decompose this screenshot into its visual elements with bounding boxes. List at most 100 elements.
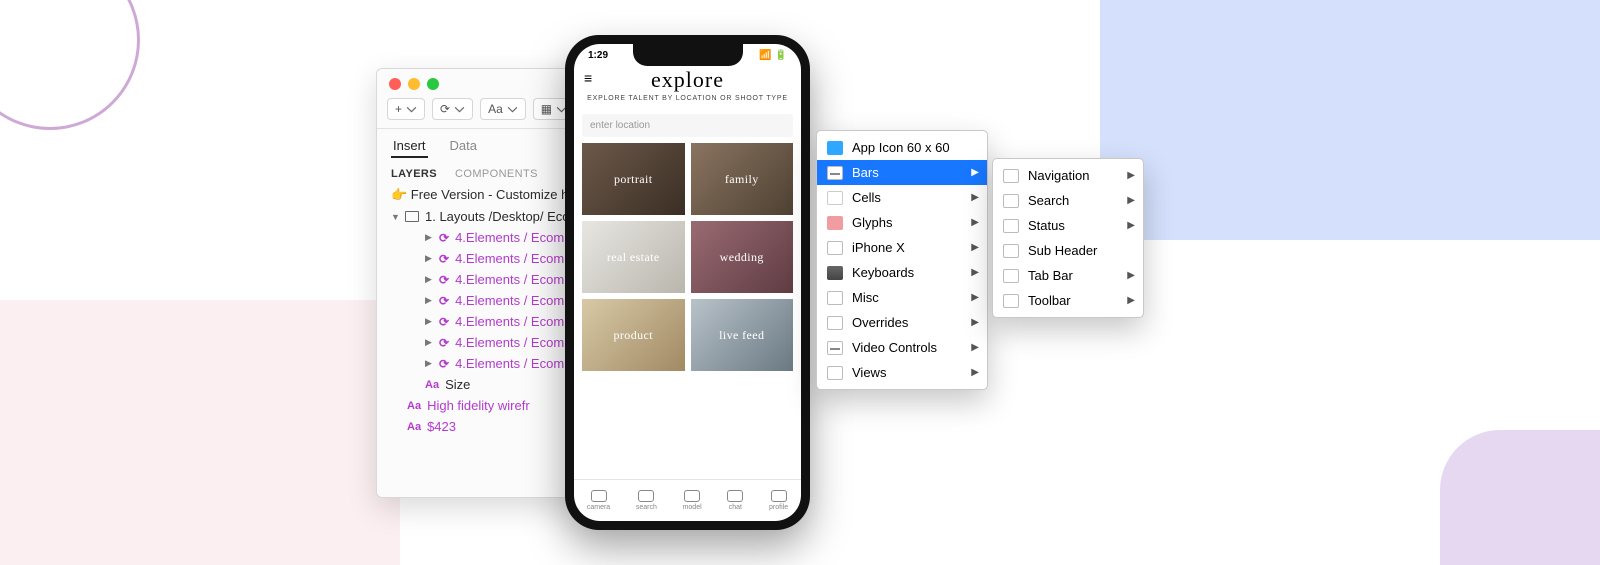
tile-portrait[interactable]: portrait: [582, 143, 685, 215]
submenu-status[interactable]: Status ▶: [993, 213, 1143, 238]
caret-icon: ▶: [425, 316, 433, 327]
model-icon: [684, 490, 700, 502]
submenu-search[interactable]: Search ▶: [993, 188, 1143, 213]
tile-family[interactable]: family: [691, 143, 794, 215]
menu-label: Tab Bar: [1028, 268, 1073, 283]
status-time: 1:29: [588, 50, 608, 61]
zoom-dot[interactable]: [427, 78, 439, 90]
caret-icon: ▶: [425, 253, 433, 264]
subheader-swatch-icon: [1003, 244, 1019, 258]
tab-camera[interactable]: camera: [587, 490, 610, 511]
tile-realestate[interactable]: real estate: [582, 221, 685, 293]
menu-item-iphonex[interactable]: iPhone X▶: [817, 235, 987, 260]
menu-label: Views: [852, 365, 886, 380]
layer-label: Size: [445, 377, 470, 392]
symbols-menu-button[interactable]: ⟳: [432, 98, 473, 120]
submenu-subheader[interactable]: Sub Header: [993, 238, 1143, 263]
chevron-right-icon: ▶: [971, 217, 979, 228]
symbol-icon: ⟳: [439, 231, 449, 245]
tile-livefeed[interactable]: live feed: [691, 299, 794, 371]
tile-wedding[interactable]: wedding: [691, 221, 794, 293]
text-icon: Aa: [407, 400, 421, 412]
menu-item-misc[interactable]: Misc▶: [817, 285, 987, 310]
menu-label: Toolbar: [1028, 293, 1071, 308]
chevron-right-icon: ▶: [1127, 170, 1135, 181]
tab-bar: camera search model chat profile: [574, 479, 801, 521]
tabbar-swatch-icon: [1003, 269, 1019, 283]
status-icons: 📶 🔋: [759, 50, 787, 61]
menu-icon[interactable]: ≡: [584, 70, 592, 86]
toolbar-swatch-icon: [1003, 294, 1019, 308]
chevron-right-icon: ▶: [971, 317, 979, 328]
decor-lilac: [1440, 430, 1600, 565]
submenu-toolbar[interactable]: Toolbar ▶: [993, 288, 1143, 313]
chevron-right-icon: ▶: [1127, 295, 1135, 306]
app-title: explore: [582, 67, 793, 93]
caret-icon: ▶: [425, 232, 433, 243]
menu-label: Glyphs: [852, 215, 892, 230]
chevron-right-icon: ▶: [1127, 220, 1135, 231]
menu-item-appicon[interactable]: App Icon 60 x 60: [817, 135, 987, 160]
tab-model[interactable]: model: [683, 490, 702, 511]
camera-icon: [591, 490, 607, 502]
menu-label: Bars: [852, 165, 879, 180]
chat-icon: [727, 490, 743, 502]
chevron-right-icon: ▶: [971, 292, 979, 303]
caret-icon: ▶: [425, 295, 433, 306]
chevron-right-icon: ▶: [971, 342, 979, 353]
symbol-icon: ⟳: [439, 315, 449, 329]
nav-swatch-icon: [1003, 169, 1019, 183]
tab-label: model: [683, 504, 702, 511]
layer-label: 👉 Free Version - Customize here: [391, 187, 587, 203]
subtab-components[interactable]: COMPONENTS: [455, 168, 538, 180]
menu-label: Overrides: [852, 315, 908, 330]
glyph-swatch-icon: [827, 216, 843, 230]
chevron-right-icon: ▶: [971, 267, 979, 278]
tab-chat[interactable]: chat: [727, 490, 743, 511]
caret-icon: ▼: [391, 212, 399, 222]
minimize-dot[interactable]: [408, 78, 420, 90]
menu-item-bars[interactable]: Bars ▶: [817, 160, 987, 185]
menu-item-glyphs[interactable]: Glyphs ▶: [817, 210, 987, 235]
subtab-layers[interactable]: LAYERS: [391, 168, 437, 180]
insert-menu-button[interactable]: +: [387, 98, 425, 120]
status-swatch-icon: [1003, 219, 1019, 233]
menu-label: Status: [1028, 218, 1065, 233]
tab-insert[interactable]: Insert: [391, 135, 428, 158]
menu-label: Navigation: [1028, 168, 1089, 183]
menu-item-keyboards[interactable]: Keyboards ▶: [817, 260, 987, 285]
tab-data[interactable]: Data: [448, 135, 479, 158]
symbol-icon: ⟳: [439, 294, 449, 308]
close-dot[interactable]: [389, 78, 401, 90]
keyboard-swatch-icon: [827, 266, 843, 280]
caret-icon: ▶: [425, 358, 433, 369]
symbol-icon: ⟳: [439, 273, 449, 287]
layer-label: High fidelity wirefr: [427, 398, 530, 413]
tab-profile[interactable]: profile: [769, 490, 788, 511]
menu-label: Keyboards: [852, 265, 914, 280]
cell-swatch-icon: [827, 191, 843, 205]
tile-product[interactable]: product: [582, 299, 685, 371]
menu-label: iPhone X: [852, 240, 905, 255]
menu-item-views[interactable]: Views▶: [817, 360, 987, 385]
symbol-menu: App Icon 60 x 60 Bars ▶ Cells▶ Glyphs ▶ iP…: [816, 130, 988, 390]
submenu-navigation[interactable]: Navigation ▶: [993, 163, 1143, 188]
menu-label: Search: [1028, 193, 1069, 208]
app-subtitle: Explore talent by location or shoot type: [582, 95, 793, 102]
chevron-right-icon: ▶: [971, 167, 979, 178]
menu-item-overrides[interactable]: Overrides ▶: [817, 310, 987, 335]
caret-icon: ▶: [425, 274, 433, 285]
menu-item-cells[interactable]: Cells▶: [817, 185, 987, 210]
chevron-right-icon: ▶: [1127, 195, 1135, 206]
artboard-icon: [405, 211, 419, 222]
tab-search[interactable]: search: [636, 490, 657, 511]
text-menu-button[interactable]: Aa: [480, 98, 526, 120]
tab-label: chat: [729, 504, 742, 511]
location-input[interactable]: enter location: [582, 114, 793, 137]
text-icon: Aa: [407, 421, 421, 433]
symbol-icon: ⟳: [439, 252, 449, 266]
menu-item-video[interactable]: Video Controls ▶: [817, 335, 987, 360]
menu-label: Video Controls: [852, 340, 937, 355]
appicon-swatch-icon: [827, 141, 843, 155]
submenu-tabbar[interactable]: Tab Bar▶: [993, 263, 1143, 288]
